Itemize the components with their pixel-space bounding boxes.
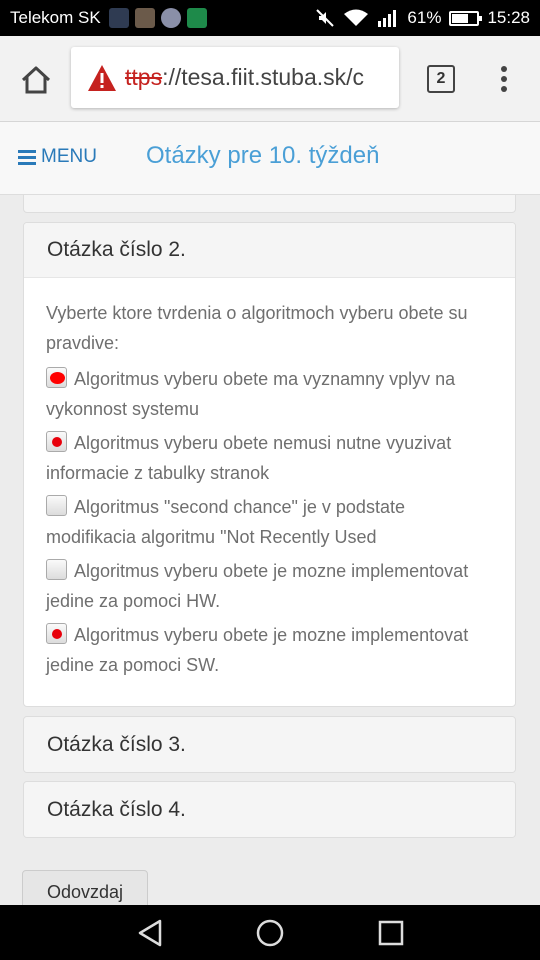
checkbox[interactable] (46, 559, 67, 580)
question-panel-3[interactable]: Otázka číslo 3. (23, 716, 516, 773)
panel-heading[interactable]: Otázka číslo 2. (24, 223, 515, 278)
option-label: Algoritmus vyberu obete je mozne impleme… (46, 625, 469, 675)
answer-option[interactable]: Algoritmus vyberu obete je mozne impleme… (46, 620, 493, 680)
main-content: Otázka číslo 2. Vyberte ktore tvrdenia o… (0, 195, 540, 905)
answer-option[interactable]: Algoritmus vyberu obete je mozne impleme… (46, 556, 493, 616)
answer-option[interactable]: Algoritmus vyberu obete nemusi nutne vyu… (46, 428, 493, 488)
checkbox[interactable] (46, 431, 67, 452)
question-text: Vyberte ktore tvrdenia o algoritmoch vyb… (46, 303, 468, 353)
notification-icon (108, 8, 129, 28)
clock: 15:28 (487, 8, 530, 27)
warning-triangle-icon (88, 64, 116, 91)
carrier-name: Telekom SK (10, 8, 101, 27)
more-vertical-icon[interactable] (496, 63, 512, 95)
battery-icon (449, 10, 483, 26)
option-label: Algoritmus "second chance" je v podstate… (46, 497, 405, 547)
signal-icon (378, 10, 397, 27)
tab-switcher-button[interactable]: 2 (427, 65, 455, 93)
option-label: Algoritmus vyberu obete nemusi nutne vyu… (46, 433, 452, 483)
menu-button[interactable]: MENU (18, 146, 97, 168)
question-panel-4[interactable]: Otázka číslo 4. (23, 781, 516, 838)
option-label: Algoritmus vyberu obete ma vyznamny vply… (46, 369, 456, 419)
site-header: MENU Otázky pre 10. týždeň (0, 122, 540, 195)
url-scheme: ttps (125, 64, 163, 90)
submit-button[interactable]: Odovzdaj (22, 870, 148, 905)
url-text: ://tesa.fiit.stuba.sk/c (162, 64, 365, 90)
checkbox[interactable] (46, 623, 67, 644)
answer-option[interactable]: Algoritmus vyberu obete ma vyznamny vply… (46, 364, 493, 424)
notification-icons (108, 8, 207, 28)
address-bar[interactable]: ttps://tesa.fiit.stuba.sk/c (71, 47, 399, 108)
notification-icon (186, 8, 207, 28)
browser-toolbar: ttps://tesa.fiit.stuba.sk/c 2 (0, 36, 540, 122)
system-nav-bar (0, 905, 540, 960)
option-label: Algoritmus vyberu obete je mozne impleme… (46, 561, 469, 611)
panel-heading[interactable]: Otázka číslo 3. (24, 717, 515, 772)
notification-icon (160, 8, 181, 28)
checkbox[interactable] (46, 367, 67, 388)
previous-panel (23, 195, 516, 213)
back-triangle-icon[interactable] (136, 918, 164, 948)
panel-body: Vyberte ktore tvrdenia o algoritmoch vyb… (24, 278, 515, 680)
notification-icon (134, 8, 155, 28)
answer-option[interactable]: Algoritmus "second chance" je v podstate… (46, 492, 493, 552)
status-indicators: 61% 15:28 (315, 8, 530, 28)
square-recent-icon[interactable] (377, 918, 405, 948)
menu-label: MENU (41, 146, 97, 167)
wifi-icon (344, 9, 369, 26)
checkbox[interactable] (46, 495, 67, 516)
hamburger-icon (18, 149, 36, 165)
page-title: Otázky pre 10. týždeň (146, 142, 380, 169)
mute-icon (316, 9, 335, 27)
question-panel-2: Otázka číslo 2. Vyberte ktore tvrdenia o… (23, 222, 516, 707)
circle-home-icon[interactable] (256, 918, 284, 948)
home-icon[interactable] (18, 62, 54, 98)
battery-percent: 61% (407, 8, 442, 27)
panel-heading[interactable]: Otázka číslo 4. (24, 782, 515, 837)
status-bar: Telekom SK 61% 15:28 (0, 0, 540, 36)
